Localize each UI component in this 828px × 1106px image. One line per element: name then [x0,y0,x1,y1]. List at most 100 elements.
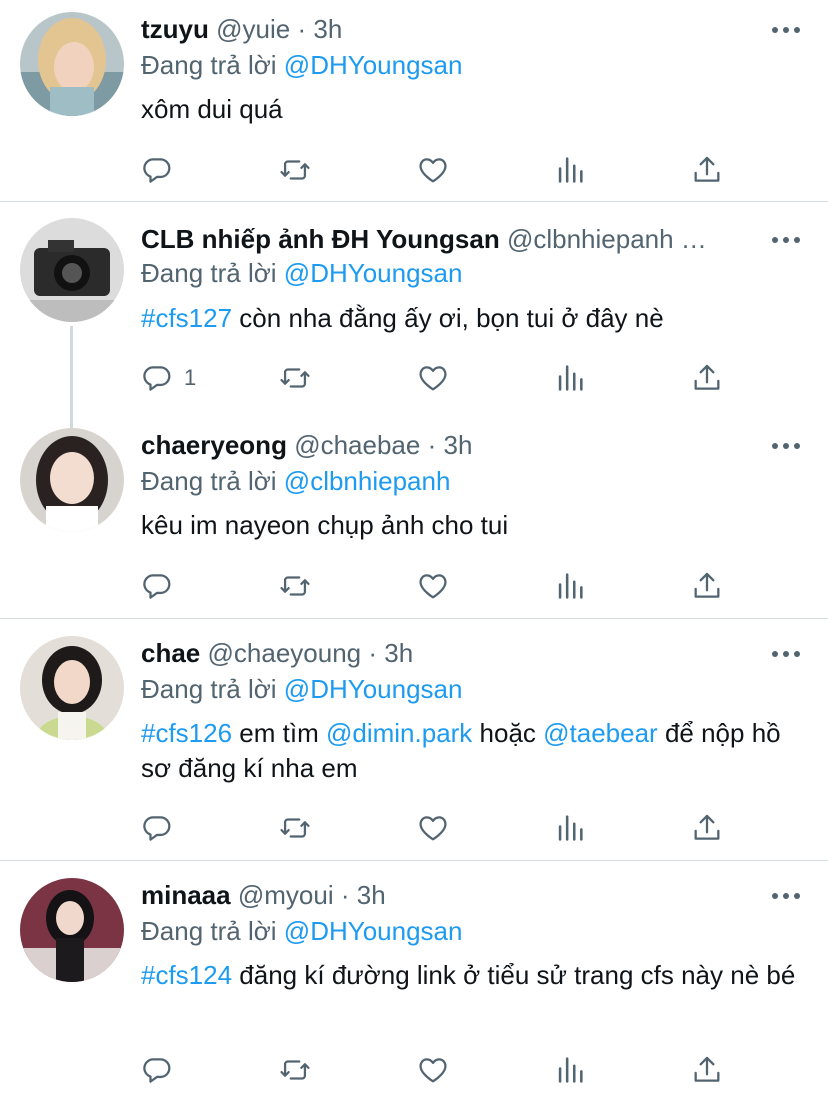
reply-button[interactable] [140,150,174,190]
tweet[interactable]: chae @chaeyoung · 3h Đang trả lời @DHYou… [0,619,828,860]
tweet-text: #cfs127 còn nha đằng ấy ơi, bọn tui ở đâ… [141,301,804,336]
like-icon [416,1053,450,1087]
more-icon[interactable] [772,230,800,250]
like-button[interactable] [416,808,450,848]
mention-link[interactable]: @dimin.park [326,718,472,748]
mention-link[interactable]: @DHYoungsan [284,50,463,80]
replying-prefix: Đang trả lời [141,258,277,288]
replying-prefix: Đang trả lời [141,50,277,80]
share-button[interactable] [690,566,724,606]
tweet-text-body: còn nha đằng ấy ơi, bọn tui ở đây nè [232,303,664,333]
avatar[interactable] [20,636,124,740]
analytics-icon [553,153,587,187]
replying-prefix: Đang trả lời [141,674,277,704]
username[interactable]: @clbnhiepanh … [507,224,707,254]
like-icon [416,153,450,187]
more-icon[interactable] [772,644,800,664]
more-icon[interactable] [772,436,800,456]
display-name[interactable]: CLB nhiếp ảnh ĐH Youngsan [141,224,500,254]
share-button[interactable] [690,150,724,190]
analytics-button[interactable] [553,566,587,606]
username[interactable]: @chaebae [294,430,420,460]
retweet-icon [278,361,312,395]
display-name[interactable]: chae [141,638,200,668]
action-bar [0,808,828,848]
reply-icon [140,811,174,845]
like-button[interactable] [416,1050,450,1090]
hashtag-link[interactable]: #cfs126 [141,718,232,748]
timestamp[interactable]: 3h [443,430,472,460]
avatar[interactable] [20,12,124,116]
retweet-button[interactable] [278,150,312,190]
share-button[interactable] [690,358,724,398]
retweet-button[interactable] [278,358,312,398]
avatar[interactable] [20,218,124,322]
action-bar [0,150,828,190]
more-icon[interactable] [772,20,800,40]
share-icon [690,153,724,187]
hashtag-link[interactable]: #cfs127 [141,303,232,333]
analytics-button[interactable] [553,358,587,398]
display-name[interactable]: chaeryeong [141,430,287,460]
retweet-icon [278,811,312,845]
avatar[interactable] [20,878,124,982]
username[interactable]: @myoui [238,880,334,910]
mention-link[interactable]: @taebear [543,718,658,748]
replying-to: Đang trả lời @DHYoungsan [141,48,462,82]
share-button[interactable] [690,1050,724,1090]
more-icon[interactable] [772,886,800,906]
like-button[interactable] [416,566,450,606]
reply-button[interactable] [140,1050,174,1090]
username[interactable]: @yuie [216,14,290,44]
analytics-button[interactable] [553,808,587,848]
reply-button[interactable]: 1 [140,358,196,398]
share-icon [690,361,724,395]
replying-to: Đang trả lời @DHYoungsan [141,256,462,290]
tweet[interactable]: chaeryeong @chaebae · 3h Đang trả lời @c… [0,412,828,618]
reply-button[interactable] [140,808,174,848]
mention-link[interactable]: @DHYoungsan [284,916,463,946]
mention-link[interactable]: @DHYoungsan [284,674,463,704]
replying-prefix: Đang trả lời [141,466,277,496]
reply-icon [140,569,174,603]
tweet-header: chaeryeong @chaebae · 3h [141,428,758,462]
hashtag-link[interactable]: #cfs124 [141,960,232,990]
tweet-header: tzuyu @yuie · 3h [141,12,758,46]
tweet-text: kêu im nayeon chụp ảnh cho tui [141,510,509,540]
timestamp[interactable]: 3h [357,880,386,910]
share-icon [690,811,724,845]
replying-to: Đang trả lời @clbnhiepanh [141,464,450,498]
share-icon [690,1053,724,1087]
reply-button[interactable] [140,566,174,606]
action-bar [0,1050,828,1090]
analytics-button[interactable] [553,150,587,190]
display-name[interactable]: minaaa [141,880,231,910]
retweet-button[interactable] [278,1050,312,1090]
retweet-button[interactable] [278,566,312,606]
display-name[interactable]: tzuyu [141,14,209,44]
like-icon [416,361,450,395]
tweet-text: #cfs126 em tìm @dimin.park hoặc @taebear… [141,716,804,786]
timestamp[interactable]: 3h [313,14,342,44]
avatar[interactable] [20,428,124,532]
analytics-button[interactable] [553,1050,587,1090]
like-button[interactable] [416,358,450,398]
analytics-icon [553,1053,587,1087]
tweet[interactable]: CLB nhiếp ảnh ĐH Youngsan @clbnhiepanh …… [0,202,828,430]
username[interactable]: @chaeyoung [208,638,362,668]
timestamp[interactable]: 3h [384,638,413,668]
replying-to: Đang trả lời @DHYoungsan [141,672,462,706]
tweet[interactable]: tzuyu @yuie · 3h Đang trả lời @DHYoungsa… [0,0,828,201]
share-button[interactable] [690,808,724,848]
analytics-icon [553,811,587,845]
mention-link[interactable]: @clbnhiepanh [284,466,451,496]
tweet-header: minaaa @myoui · 3h [141,878,758,912]
tweet-text-body: đăng kí đường link ở tiểu sử trang cfs n… [232,960,796,990]
mention-link[interactable]: @DHYoungsan [284,258,463,288]
tweet-text-part: em tìm [232,718,326,748]
tweet[interactable]: minaaa @myoui · 3h Đang trả lời @DHYoung… [0,861,828,1106]
separator-dot: · [368,638,378,668]
like-button[interactable] [416,150,450,190]
reply-count: 1 [184,365,197,390]
retweet-button[interactable] [278,808,312,848]
